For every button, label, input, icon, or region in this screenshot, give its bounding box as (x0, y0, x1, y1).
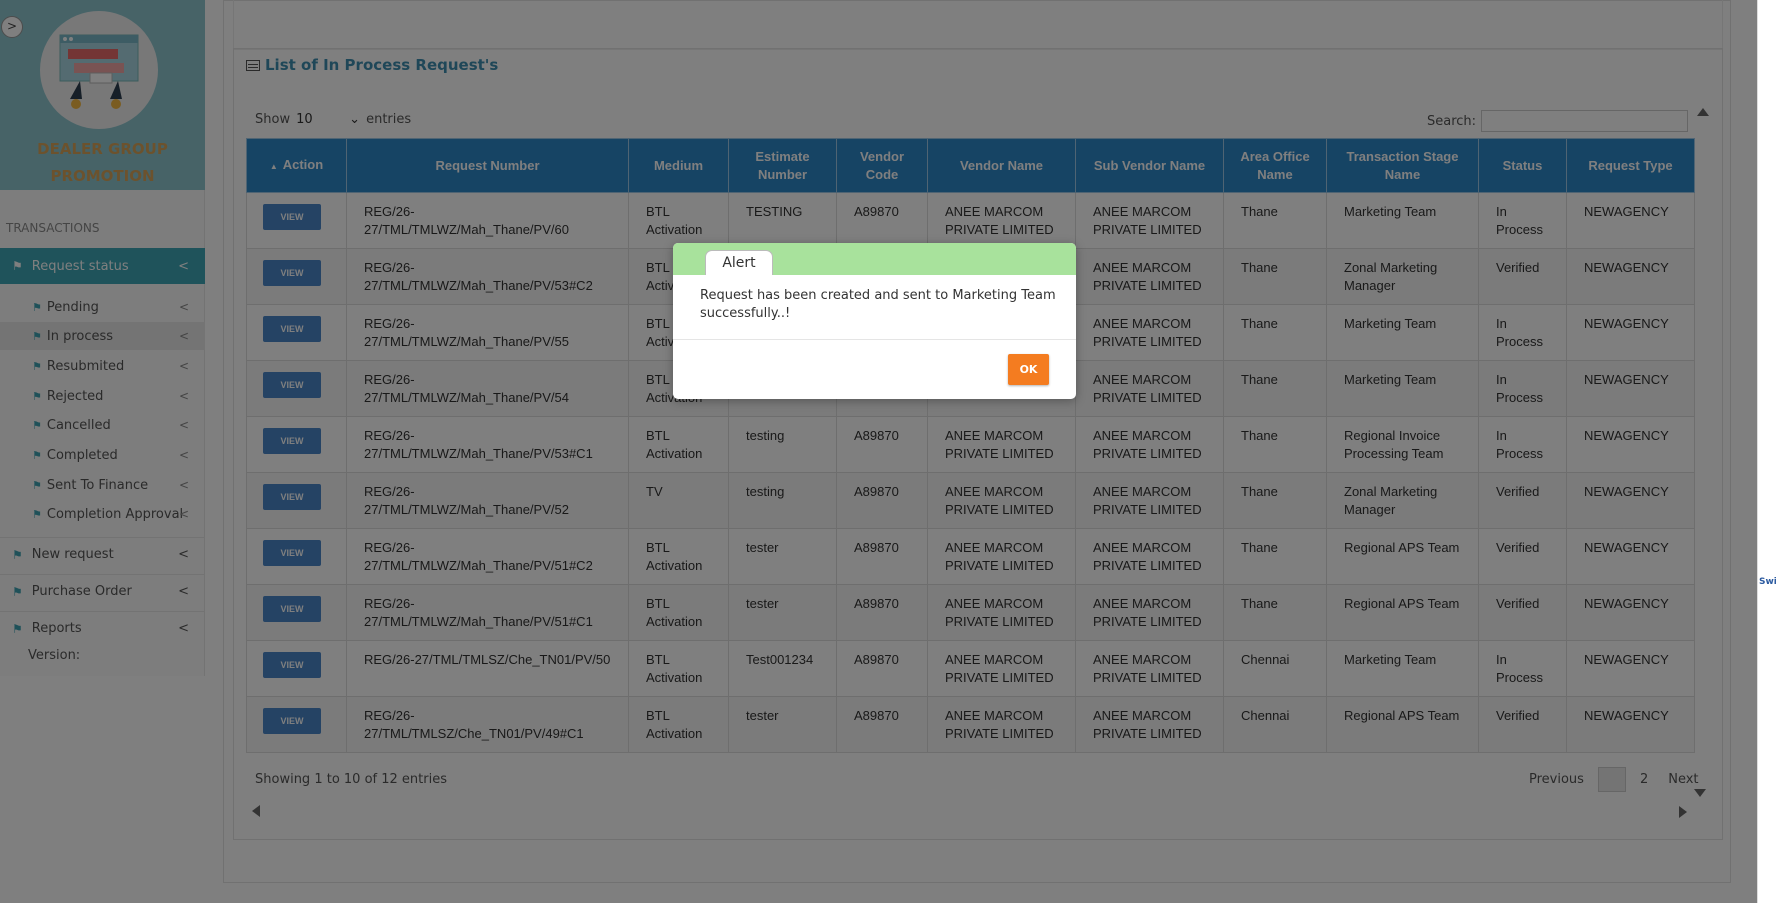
alert-message: Request has been created and sent to Mar… (700, 288, 1056, 321)
alert-dialog: Alert Request has been created and sent … (673, 243, 1076, 399)
right-edge-label: Swi (1759, 577, 1776, 587)
alert-header: Alert (673, 243, 1076, 275)
ok-button[interactable]: OK (1008, 354, 1049, 385)
alert-divider (673, 339, 1076, 340)
right-edge-panel (1757, 0, 1776, 903)
modal-overlay (0, 0, 1757, 903)
alert-title: Alert (705, 250, 773, 275)
